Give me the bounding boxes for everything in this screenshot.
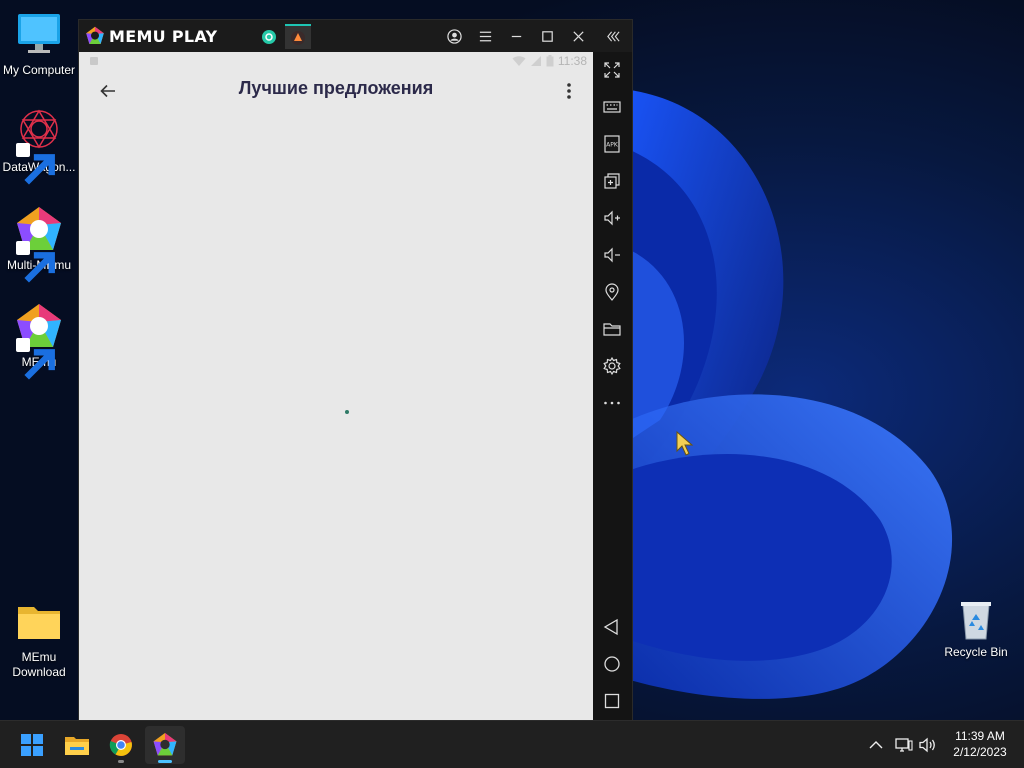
memu-window: MEMU PLAY 11:38 Лучшие предложения APK	[78, 19, 633, 720]
location-pin-icon	[605, 283, 619, 301]
side-toolbar: APK	[593, 52, 632, 720]
desktop-icon-memu-download[interactable]: MEmu Download	[0, 597, 78, 680]
desktop-icon-label: My Computer	[2, 63, 76, 77]
location-button[interactable]	[601, 281, 623, 303]
settings-button[interactable]	[601, 355, 623, 377]
multi-memu-icon	[14, 205, 64, 283]
wifi-icon	[512, 56, 526, 66]
shortcut-arrow-icon	[16, 143, 55, 185]
circle-home-icon	[604, 656, 620, 672]
memu-titlebar[interactable]: MEMU PLAY	[79, 20, 632, 52]
start-button[interactable]	[12, 726, 52, 764]
memu-logo-icon	[86, 26, 104, 44]
app-teal-icon	[262, 29, 276, 44]
menu-button[interactable]	[474, 25, 496, 47]
fullscreen-button[interactable]	[601, 59, 623, 81]
memu-logo: MEMU PLAY	[85, 26, 217, 46]
close-icon	[572, 30, 584, 42]
taskbar-clock[interactable]: 11:39 AM 2/12/2023	[944, 728, 1016, 760]
collapse-toolbar-icon	[606, 30, 620, 42]
account-icon	[446, 28, 462, 44]
desktop-icon-multi-memu[interactable]: Multi-MEmu	[0, 205, 78, 283]
desktop-icon-memu[interactable]: MEmu	[0, 302, 78, 380]
folder-icon	[14, 597, 64, 647]
notification-icon	[90, 57, 98, 65]
volume-up-icon	[604, 210, 620, 226]
nav-recents-button[interactable]	[601, 690, 623, 712]
recycle-bin-icon	[954, 597, 998, 641]
nav-back-button[interactable]	[601, 616, 623, 638]
app-bar: Лучшие предложения	[79, 72, 593, 109]
status-time: 11:38	[557, 54, 587, 68]
folder-icon	[603, 323, 621, 336]
loading-indicator	[345, 410, 349, 414]
volume-up-button[interactable]	[601, 207, 623, 229]
android-status-bar: 11:38	[79, 52, 593, 72]
maximize-icon	[541, 30, 553, 42]
collapse-toolbar-button[interactable]	[602, 25, 624, 47]
memu-logo-text: MEMU PLAY	[109, 26, 218, 46]
speaker-icon[interactable]	[918, 735, 938, 755]
taskbar-memu[interactable]	[145, 726, 185, 764]
nav-home-button[interactable]	[601, 653, 623, 675]
taskbar-file-explorer[interactable]	[57, 726, 97, 764]
battery-icon	[546, 55, 554, 67]
close-button[interactable]	[567, 25, 589, 47]
windows-start-icon	[21, 734, 43, 756]
multi-window-icon	[604, 173, 620, 189]
taskbar: 11:39 AM 2/12/2023	[0, 720, 1024, 768]
minimize-icon	[511, 35, 521, 37]
menu-icon	[479, 31, 491, 41]
apk-button[interactable]: APK	[601, 133, 623, 155]
clock-date: 2/12/2023	[953, 745, 1007, 759]
app-tab-orange[interactable]	[285, 24, 311, 49]
square-recents-icon	[604, 693, 620, 709]
maximize-button[interactable]	[536, 25, 558, 47]
desktop-icon-label: Recycle Bin	[944, 645, 1008, 659]
android-screen[interactable]: 11:38 Лучшие предложения	[79, 52, 593, 720]
desktop-icon-recycle-bin[interactable]: Recycle Bin	[940, 597, 1012, 659]
datawagon-icon	[14, 107, 64, 185]
clock-time: 11:39 AM	[955, 729, 1005, 743]
multi-window-button[interactable]	[601, 170, 623, 192]
more-button[interactable]	[601, 392, 623, 414]
running-indicator	[118, 760, 124, 763]
app-orange-icon	[291, 30, 305, 45]
keyboard-button[interactable]	[601, 96, 623, 118]
memu-icon	[14, 302, 64, 380]
network-icon[interactable]	[894, 735, 914, 755]
mouse-cursor-icon	[676, 431, 694, 456]
overflow-menu-button[interactable]	[559, 80, 579, 102]
files-button[interactable]	[601, 318, 623, 340]
apk-icon: APK	[604, 135, 620, 153]
volume-down-icon	[604, 247, 620, 263]
running-indicator	[158, 760, 172, 763]
more-vertical-icon	[567, 83, 571, 99]
taskbar-chrome[interactable]	[101, 726, 141, 764]
more-horizontal-icon	[604, 401, 620, 405]
keyboard-icon	[603, 101, 621, 113]
volume-down-button[interactable]	[601, 244, 623, 266]
desktop-icon-my-computer[interactable]: My Computer	[0, 10, 78, 78]
chevron-up-icon[interactable]	[866, 735, 886, 755]
desktop-icon-label: MEmu Download	[12, 650, 66, 679]
desktop-icon-datawagon[interactable]: DataWagon...	[0, 107, 78, 185]
shortcut-arrow-icon	[16, 338, 55, 380]
file-explorer-icon	[65, 737, 89, 755]
minimize-button[interactable]	[505, 25, 527, 47]
gear-icon	[603, 356, 621, 376]
app-tab-teal[interactable]	[256, 24, 282, 49]
chrome-icon	[109, 734, 132, 756]
triangle-back-icon	[603, 618, 618, 636]
fullscreen-icon	[604, 62, 620, 78]
signal-icon	[530, 56, 541, 66]
svg-text:APK: APK	[606, 142, 619, 149]
monitor-icon	[14, 10, 64, 60]
page-title: Лучшие предложения	[238, 78, 434, 98]
memu-icon	[153, 733, 177, 756]
status-icons: 11:38	[512, 54, 587, 68]
account-button[interactable]	[443, 25, 465, 47]
shortcut-arrow-icon	[16, 241, 55, 283]
